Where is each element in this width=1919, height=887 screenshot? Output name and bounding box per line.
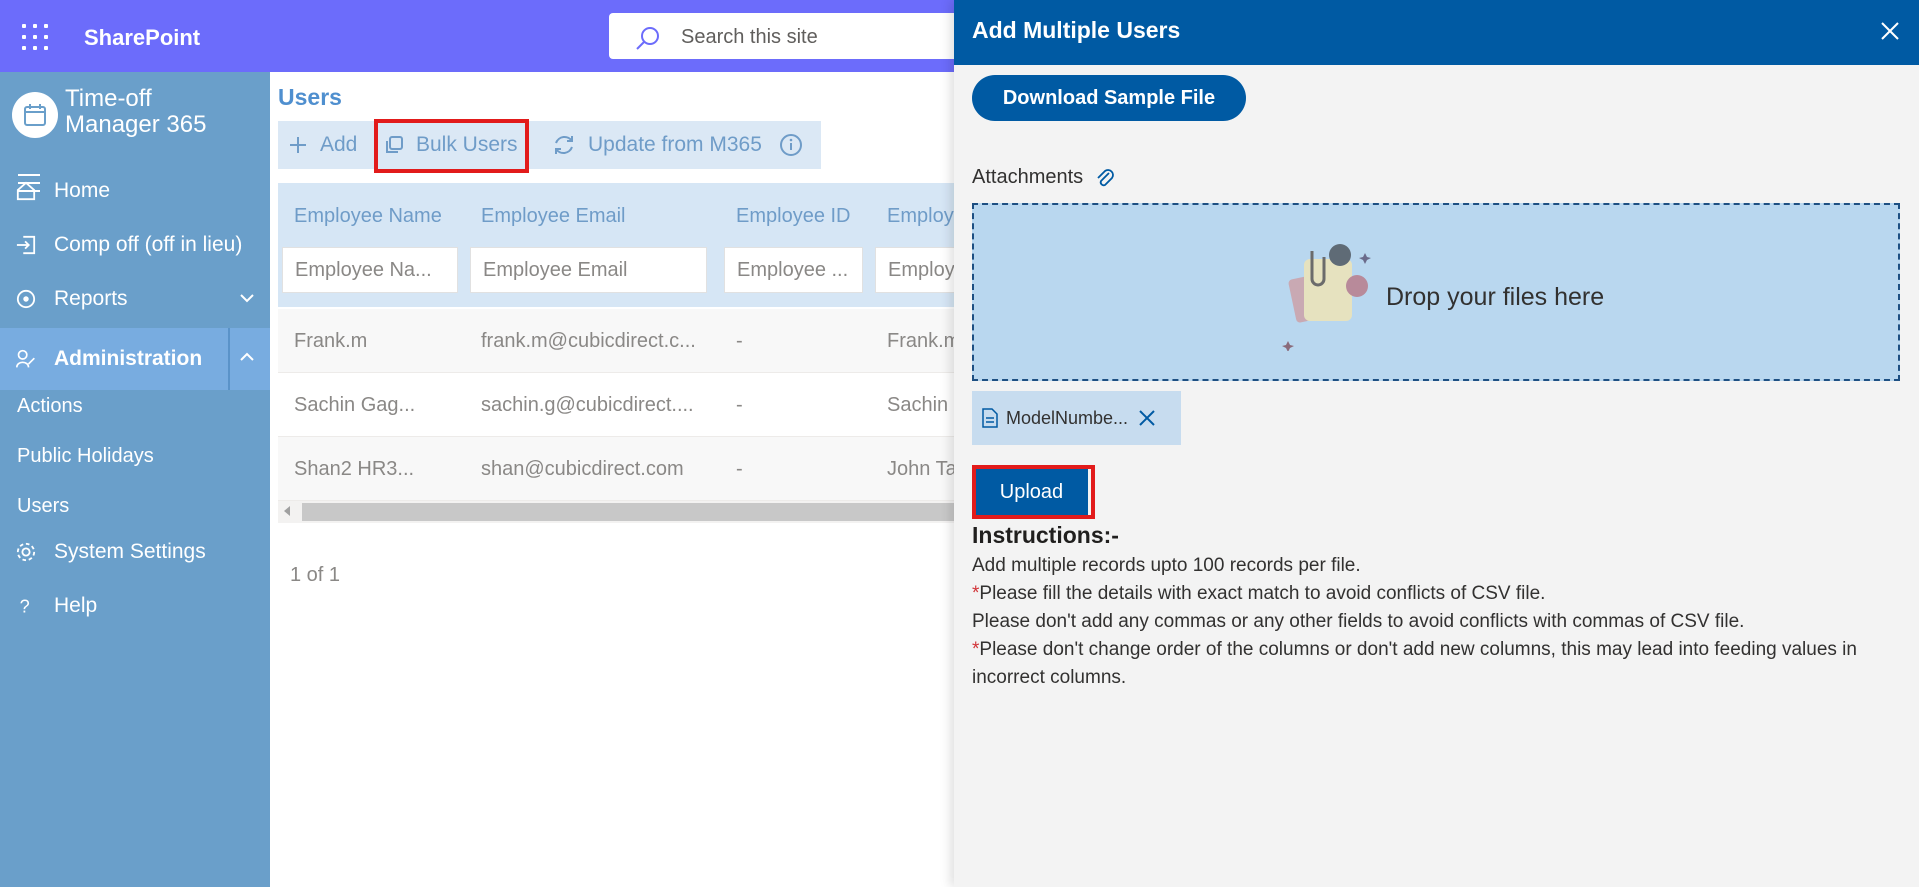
sign-in-icon [0, 234, 36, 256]
admin-user-icon [0, 348, 36, 370]
chevron-down-icon[interactable] [238, 289, 256, 307]
gear-icon [0, 541, 36, 563]
nav-item-label: Administration [54, 347, 203, 370]
scroll-left-icon[interactable] [284, 506, 290, 516]
update-label: Update from M365 [588, 133, 762, 156]
left-navigation: Time-off Manager 365 Home Comp off (off … [0, 72, 270, 887]
upload-highlight [972, 465, 1095, 519]
command-bar: Add Bulk Users Update from M365 [278, 121, 821, 169]
scrollbar-thumb[interactable] [302, 503, 968, 521]
download-sample-file-button[interactable]: Download Sample File [972, 75, 1246, 121]
info-icon[interactable] [779, 121, 815, 169]
nav-item-label: Home [54, 179, 111, 202]
table-row[interactable]: Sachin Gag... sachin.g@cubicdirect.... -… [278, 373, 968, 437]
nav-item-label: Comp off (off in lieu) [54, 233, 243, 256]
help-icon: ? [0, 595, 36, 617]
nav-item-label: Help [54, 594, 98, 617]
nav-sub-item-users[interactable]: Users [17, 495, 69, 518]
instruction-line: Please don't add any commas or any other… [972, 611, 1745, 632]
attached-file-chip[interactable]: ModelNumbe... [972, 391, 1181, 445]
nav-item-label: Reports [54, 287, 128, 310]
add-button-label: Add [320, 133, 358, 156]
app-logo [12, 92, 58, 138]
app-title: Time-off Manager 365 [65, 86, 206, 138]
add-button[interactable]: Add [288, 121, 357, 169]
calendar-icon [24, 104, 46, 126]
app-launcher-icon[interactable] [22, 24, 48, 50]
horizontal-scrollbar[interactable] [278, 501, 968, 523]
filter-employee-id[interactable]: Employee ... [724, 247, 863, 293]
paperclip-icon [1097, 168, 1115, 186]
cell-id: - [736, 330, 743, 352]
nav-sub-item-public-holidays[interactable]: Public Holidays [17, 445, 154, 468]
document-icon [982, 408, 998, 428]
cell-name: Sachin Gag... [294, 394, 416, 416]
panel-header: Add Multiple Users [954, 0, 1919, 65]
cell-extra: Frank.m [887, 330, 961, 352]
chevron-up-icon[interactable] [238, 348, 256, 366]
nav-sub-item-actions[interactable]: Actions [17, 395, 83, 418]
instruction-line: Add multiple records upto 100 records pe… [972, 555, 1361, 576]
column-header-employee-extra[interactable]: Employ [887, 205, 954, 228]
add-multiple-users-panel: Add Multiple Users Download Sample File … [954, 0, 1919, 887]
instruction-line: *Please fill the details with exact matc… [972, 583, 1546, 604]
cell-name: Shan2 HR3... [294, 458, 415, 480]
drop-files-text: Drop your files here [1386, 283, 1605, 311]
cell-email: shan@cubicdirect.com [481, 458, 684, 480]
filter-employee-name[interactable]: Employee Na... [282, 247, 458, 293]
search-icon [636, 27, 659, 50]
page-title: Users [278, 84, 342, 110]
nav-item-home[interactable]: Home [0, 161, 270, 221]
search-placeholder: Search this site [681, 26, 818, 48]
attachments-text: Attachments [972, 166, 1084, 188]
nav-item-system-settings[interactable]: System Settings [0, 522, 270, 582]
home-icon [0, 180, 36, 202]
cell-id: - [736, 458, 743, 480]
pagination-text: 1 of 1 [290, 564, 341, 586]
close-icon[interactable] [1879, 20, 1901, 42]
sharepoint-brand[interactable]: SharePoint [84, 25, 200, 51]
app-title-line2: Manager 365 [65, 111, 207, 138]
update-from-m365-button[interactable]: Update from M365 [552, 121, 762, 169]
instructions-title: Instructions:- [972, 522, 1119, 548]
nav-item-help[interactable]: ? Help [0, 576, 270, 636]
nav-item-comp-off[interactable]: Comp off (off in lieu) [0, 215, 270, 275]
instructions-list: Add multiple records upto 100 records pe… [972, 552, 1892, 692]
table-row[interactable]: Frank.m frank.m@cubicdirect.c... - Frank… [278, 309, 968, 373]
remove-file-icon[interactable] [1138, 409, 1156, 427]
reports-icon [0, 288, 36, 310]
app-title-line1: Time-off [65, 85, 152, 112]
cell-extra: John Ta [887, 458, 957, 480]
column-header-employee-id[interactable]: Employee ID [736, 205, 851, 228]
file-drop-zone[interactable]: Drop your files here [972, 203, 1900, 381]
bulk-users-highlight [374, 119, 529, 173]
file-name: ModelNumbe... [1006, 407, 1129, 428]
instruction-line: *Please don't change order of the column… [972, 639, 1857, 688]
nav-item-label: System Settings [54, 540, 206, 563]
column-header-employee-email[interactable]: Employee Email [481, 205, 626, 228]
column-header-employee-name[interactable]: Employee Name [294, 205, 442, 228]
cell-id: - [736, 394, 743, 416]
panel-title: Add Multiple Users [972, 17, 1181, 43]
svg-text:?: ? [20, 596, 30, 616]
nav-divider [228, 328, 230, 390]
cell-extra: Sachin [887, 394, 949, 416]
table-row[interactable]: Shan2 HR3... shan@cubicdirect.com - John… [278, 437, 968, 501]
nav-item-administration[interactable]: Administration [0, 328, 270, 390]
files-illustration-icon [1282, 244, 1371, 351]
nav-item-reports[interactable]: Reports [0, 269, 270, 329]
filter-employee-email[interactable]: Employee Email [470, 247, 707, 293]
cell-email: frank.m@cubicdirect.c... [481, 330, 696, 352]
cell-name: Frank.m [294, 330, 368, 352]
main-content: Users Add Bulk Users Update from M365 Em… [270, 72, 968, 887]
sync-icon [555, 136, 573, 154]
table-header: Employee Name Employee Email Employee ID… [278, 183, 968, 307]
plus-icon [290, 137, 306, 153]
attachments-label: Attachments [972, 166, 1115, 189]
cell-email: sachin.g@cubicdirect.... [481, 394, 694, 416]
